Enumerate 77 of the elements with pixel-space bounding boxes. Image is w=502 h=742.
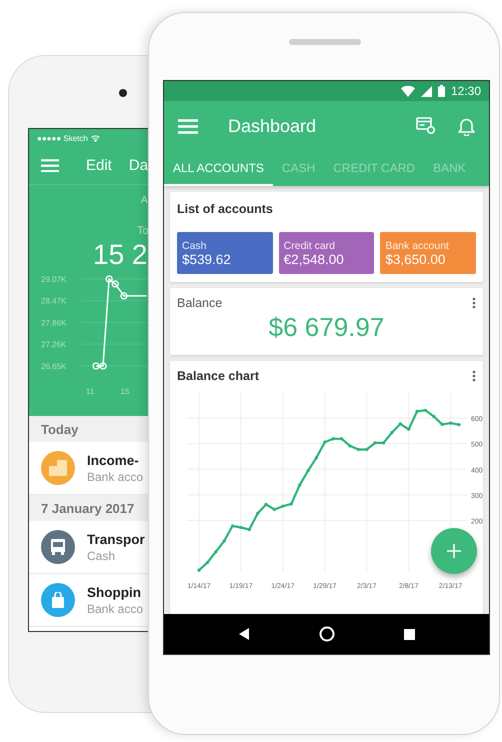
toolbar-item[interactable]: Edit: [86, 157, 112, 174]
transaction-title: Transpor: [87, 532, 145, 546]
date-header: Today: [29, 416, 150, 442]
screen-title: Dashboard: [228, 116, 318, 136]
total-amount: 15 2: [93, 239, 148, 271]
point: [457, 423, 461, 426]
transaction-account: Bank acco: [87, 602, 144, 616]
date-header: 7 January 2017: [29, 495, 150, 521]
point: [248, 528, 251, 532]
carrier-label: ●●●●● Sketch: [37, 134, 88, 142]
point: [348, 444, 352, 448]
point: [120, 292, 128, 300]
point: [398, 422, 402, 426]
transaction-account: Cash: [87, 548, 116, 562]
axis-label: 15: [120, 387, 130, 396]
point: [407, 428, 410, 431]
point: [272, 508, 276, 512]
point: [306, 469, 310, 472]
point: [374, 441, 377, 444]
total-label: To: [137, 225, 149, 237]
point: [99, 362, 107, 370]
account-name: Credit card: [284, 240, 336, 252]
tab[interactable]: ALL ACCOUNTS: [164, 151, 273, 186]
tab[interactable]: CREDIT CARD: [324, 151, 424, 186]
balance-amount: $6 679.97: [268, 312, 386, 343]
card-title: List of accounts: [177, 202, 273, 216]
clock: 12:30: [450, 84, 481, 98]
point: [415, 410, 419, 413]
axis-label: 27.86K: [41, 318, 66, 328]
point: [206, 560, 209, 564]
transaction-title: Shoppin: [87, 584, 142, 600]
point: [106, 275, 113, 283]
account-amount: €2,548.00: [284, 252, 345, 266]
tab[interactable]: CASH: [272, 151, 324, 186]
point: [323, 440, 326, 444]
axis-label: 28.47K: [41, 296, 66, 306]
point: [222, 539, 226, 543]
point: [239, 526, 243, 530]
account-name: Cash: [182, 240, 208, 252]
account-amount: $3,650.00: [385, 252, 446, 266]
account-tile[interactable]: Credit card €2,548.00: [278, 232, 374, 274]
toolbar-item[interactable]: Da: [128, 157, 148, 174]
point: [340, 437, 344, 440]
point: [92, 362, 100, 370]
point: [424, 408, 428, 412]
card-title: Balance: [177, 296, 222, 310]
point: [281, 504, 284, 508]
tab[interactable]: A: [141, 194, 148, 206]
card-title: Balance chart: [177, 369, 259, 383]
point: [256, 512, 260, 515]
point: [440, 422, 444, 426]
account-tile[interactable]: Cash $539.62: [177, 232, 273, 274]
point: [356, 448, 360, 452]
point: [290, 502, 293, 506]
point: [314, 456, 318, 460]
point: [332, 437, 335, 440]
point: [390, 431, 394, 434]
point: [382, 441, 386, 444]
axis-label: 27.26K: [41, 340, 66, 350]
point: [112, 280, 119, 288]
point: [230, 524, 234, 528]
tab[interactable]: BANK: [424, 151, 475, 186]
point: [449, 422, 452, 425]
point: [264, 502, 268, 506]
point: [214, 550, 218, 554]
point: [197, 568, 201, 572]
account-name: Bank account: [385, 240, 450, 252]
account-amount: $539.62: [182, 252, 232, 266]
point: [298, 484, 302, 487]
axis-label: 26.65K: [41, 362, 66, 371]
point: [432, 414, 436, 418]
transaction-account: Bank acco: [87, 470, 144, 484]
axis-label: 29.07K: [41, 275, 66, 284]
transaction-title: Income-: [87, 452, 140, 468]
account-tile[interactable]: Bank account $3,650.00: [380, 232, 476, 274]
point: [365, 448, 368, 452]
axis-label: 11: [86, 387, 94, 396]
